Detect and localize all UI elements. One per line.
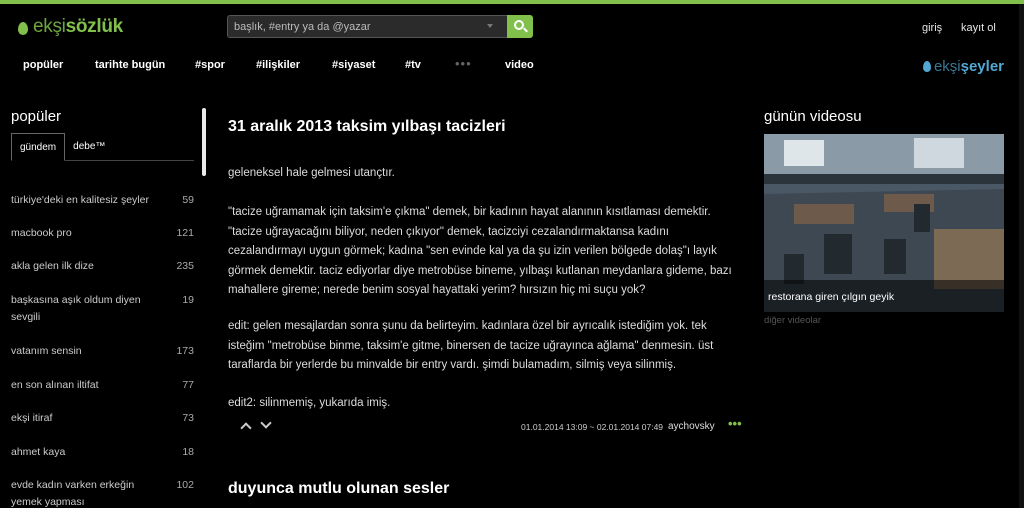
entry-paragraph: geleneksel hale gelmesi utançtır.: [228, 167, 395, 179]
nav-bar: popüler tarihte bugün #spor #ilişkiler #…: [0, 52, 1024, 80]
topic-title: evde kadın varken erkeğin yemek yapması: [11, 479, 135, 508]
nav-item-siyaset[interactable]: #siyaset: [332, 59, 375, 71]
header: ekşi sözlük başlık, #entry ya da @yazar g…: [0, 4, 1024, 48]
eksi-seyler-logo[interactable]: ekşi şeyler: [922, 58, 1004, 75]
upvote-icon[interactable]: [240, 422, 252, 434]
list-item[interactable]: türkiye'deki en kalitesiz şeyler 59: [11, 192, 194, 209]
entry-paragraph: "tacize uğramamak için taksim'e çıkma" d…: [228, 206, 732, 296]
downvote-icon[interactable]: [260, 417, 272, 429]
nav-item-video[interactable]: video: [505, 59, 534, 71]
topic-title: vatanım sensin: [11, 345, 82, 357]
topic-count: 235: [176, 260, 194, 272]
topic-title: en son alınan iltifat: [11, 379, 99, 391]
logo-light-text: ekşi: [33, 16, 66, 37]
window-edge: [1019, 4, 1024, 508]
topic-title: başkasına aşık oldum diyen sevgili: [11, 294, 141, 323]
seyler-light-text: ekşi: [933, 58, 961, 75]
topic-count: 19: [182, 294, 194, 306]
search-bar: başlık, #entry ya da @yazar: [227, 15, 533, 38]
list-item[interactable]: vatanım sensin 173: [11, 343, 194, 360]
main-content: 31 aralık 2013 taksim yılbaşı tacizleri …: [228, 118, 743, 497]
seyler-bold-text: şeyler: [960, 58, 1004, 75]
site-logo[interactable]: ekşi sözlük: [18, 16, 123, 38]
topic-count: 121: [176, 227, 194, 239]
entry-author[interactable]: aychovsky: [668, 421, 715, 432]
entry-date[interactable]: 01.01.2014 13:09 ~ 02.01.2014 07:49: [521, 422, 663, 432]
nav-item-populer[interactable]: popüler: [23, 59, 63, 71]
nav-item-tarihte-bugun[interactable]: tarihte bugün: [95, 59, 165, 71]
sidebar: popüler gündem debe™ türkiye'deki en kal…: [11, 108, 194, 508]
list-item[interactable]: en son alınan iltifat 77: [11, 377, 194, 394]
sidebar-tabs: gündem debe™: [11, 133, 194, 161]
drop-icon: [18, 21, 28, 35]
tab-gundem[interactable]: gündem: [11, 133, 66, 161]
list-item[interactable]: ekşi itiraf 73: [11, 410, 194, 427]
topic-count: 102: [176, 479, 194, 491]
topic-title: türkiye'deki en kalitesiz şeyler: [11, 194, 149, 206]
topic-count: 173: [176, 345, 194, 357]
register-link[interactable]: kayıt ol: [961, 22, 996, 34]
topic-title: ahmet kaya: [11, 446, 66, 458]
video-caption[interactable]: restorana giren çılgın geyik: [764, 280, 1004, 312]
list-item[interactable]: ahmet kaya 18: [11, 444, 194, 461]
topic-count: 59: [182, 194, 194, 206]
entry-paragraph: edit: gelen mesajlardan sonra şunu da be…: [228, 320, 714, 371]
drop-icon: [922, 61, 931, 72]
entry-paragraph: edit2: silinmemiş, yukarıda imiş.: [228, 397, 391, 409]
topic-title: akla gelen ilk dize: [11, 260, 94, 272]
search-button[interactable]: [507, 15, 533, 38]
next-topic-title[interactable]: duyunca mutlu olunan sesler: [228, 480, 449, 498]
nav-item-tv[interactable]: #tv: [405, 59, 421, 71]
topic-title: ekşi itiraf: [11, 412, 53, 424]
nav-item-iliskiler[interactable]: #ilişkiler: [256, 59, 300, 71]
more-videos-link[interactable]: diğer videolar: [764, 315, 1004, 326]
sidebar-scrollbar[interactable]: [202, 108, 206, 176]
topic-count: 77: [182, 379, 194, 391]
nav-more-button[interactable]: •••: [455, 56, 472, 71]
video-panel: günün videosu restorana giren çılgın gey…: [764, 108, 1004, 326]
tab-debe[interactable]: debe™: [65, 133, 113, 161]
chevron-down-icon[interactable]: [487, 24, 493, 28]
list-item[interactable]: evde kadın varken erkeğin yemek yapması …: [11, 477, 194, 508]
search-input[interactable]: başlık, #entry ya da @yazar: [227, 15, 507, 38]
logo-bold-text: sözlük: [65, 16, 124, 37]
topic-title: macbook pro: [11, 227, 72, 239]
list-item[interactable]: başkasına aşık oldum diyen sevgili 19: [11, 292, 194, 326]
entry-footer: 01.01.2014 13:09 ~ 02.01.2014 07:49 aych…: [228, 416, 743, 436]
topic-title-heading[interactable]: 31 aralık 2013 taksim yılbaşı tacizleri: [228, 118, 743, 136]
login-link[interactable]: giriş: [922, 22, 942, 34]
video-thumbnail[interactable]: restorana giren çılgın geyik: [764, 134, 1004, 312]
topic-count: 18: [182, 446, 194, 458]
list-item[interactable]: akla gelen ilk dize 235: [11, 258, 194, 275]
search-icon-handle: [523, 27, 528, 33]
sidebar-title: popüler: [11, 108, 62, 125]
entry-more-button[interactable]: •••: [728, 416, 742, 431]
nav-item-spor[interactable]: #spor: [195, 59, 225, 71]
video-panel-title: günün videosu: [764, 108, 862, 125]
list-item[interactable]: macbook pro 121: [11, 225, 194, 242]
topic-count: 73: [182, 412, 194, 424]
